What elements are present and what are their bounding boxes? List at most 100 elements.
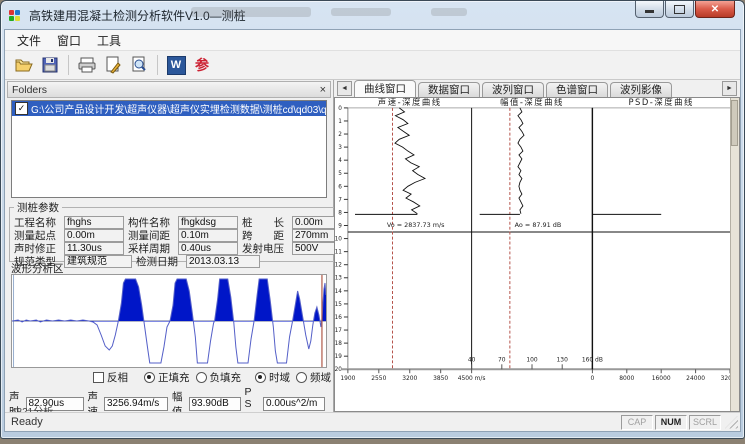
svg-text:Vo = 2837.73 m/s: Vo = 2837.73 m/s: [387, 221, 445, 229]
tab-data-window[interactable]: 数据窗口: [418, 82, 480, 97]
pile-params-group: 测桩参数 工程名称 fhghs 构件名称 fhgkdsg 桩 长 0.00m 测…: [9, 200, 353, 262]
toolbar: W 参: [5, 51, 740, 80]
amplitude-field[interactable]: 93.90dB: [189, 397, 241, 411]
fill-negative-radio[interactable]: [196, 372, 207, 383]
tab-scroll-right[interactable]: ►: [722, 81, 737, 96]
sound-speed-label: 声 速: [88, 389, 103, 412]
svg-text:11: 11: [335, 250, 342, 256]
num-indicator: NUM: [655, 415, 687, 430]
word-icon: W: [167, 56, 186, 75]
tab-wavetrain-window[interactable]: 波列窗口: [482, 82, 544, 97]
psd-label: P S D: [245, 386, 262, 412]
print-button[interactable]: [74, 53, 100, 77]
svg-text:3: 3: [338, 145, 342, 151]
file-checkbox[interactable]: ✓: [15, 102, 28, 115]
resize-grip[interactable]: [725, 416, 738, 429]
svg-text:7: 7: [338, 198, 342, 204]
file-list-item[interactable]: ✓ G:\公司产品设计开发\超声仪器\超声仪实埋检测数据\测桩cd\qd03\q…: [12, 101, 326, 116]
file-path: G:\公司产品设计开发\超声仪器\超声仪实埋检测数据\测桩cd\qd03\qd0…: [31, 101, 326, 116]
chart-scrollbar[interactable]: [730, 98, 739, 411]
psd-field[interactable]: 0.00us^2/m: [263, 397, 325, 411]
page-pen-icon: [103, 55, 123, 75]
minimize-button[interactable]: [635, 1, 664, 18]
svg-text:声速-深度曲线: 声速-深度曲线: [378, 98, 442, 107]
readings-row: 声 时 82.90us 声 速 3256.94m/s 幅 值 93.90dB P…: [9, 386, 329, 412]
print-setup-button[interactable]: [100, 53, 126, 77]
svg-text:130: 130: [557, 357, 569, 364]
open-button[interactable]: [11, 53, 37, 77]
preview-magnifier-icon: [129, 55, 149, 75]
svg-text:0: 0: [338, 106, 342, 112]
interval-field[interactable]: 0.10m: [178, 229, 238, 242]
sample-period-field[interactable]: 0.40us: [178, 242, 238, 255]
svg-text:32000: 32000: [721, 375, 730, 382]
left-arrow-icon: ◄: [341, 85, 348, 92]
word-export-button[interactable]: W: [163, 53, 189, 77]
svg-text:17: 17: [335, 328, 342, 334]
folders-panel-header[interactable]: Folders ×: [7, 81, 331, 98]
depth-curves-chart: 01234567891011121314151617181920声速-深度曲线1…: [335, 98, 730, 411]
status-bar: Ready CAP NUM SCRL: [5, 412, 740, 431]
time-correction-field[interactable]: 11.30us: [64, 242, 124, 255]
folders-panel-title: Folders: [12, 84, 47, 96]
right-arrow-icon: ►: [726, 85, 733, 92]
test-date-field[interactable]: 2013.03.13: [186, 255, 260, 268]
svg-text:16000: 16000: [652, 375, 671, 382]
app-window: 高铁建用混凝土检测分析软件V1.0—测桩 ✕ 文件 窗口 工具: [0, 0, 745, 439]
tab-waveimage-window[interactable]: 波列影像: [610, 82, 672, 97]
svg-text:100: 100: [526, 357, 538, 364]
standard-type-field[interactable]: 建筑规范: [64, 255, 132, 268]
svg-text:15: 15: [335, 302, 342, 308]
save-floppy-icon: [40, 55, 60, 75]
maximize-icon: [674, 5, 685, 14]
project-name-field[interactable]: fhghs: [64, 216, 124, 229]
save-button[interactable]: [37, 53, 63, 77]
svg-text:19: 19: [335, 354, 342, 360]
titlebar-reflection: [331, 8, 391, 16]
tab-scroll-left[interactable]: ◄: [337, 81, 352, 96]
print-preview-button[interactable]: [126, 53, 152, 77]
toolbar-separator: [157, 55, 158, 75]
start-point-field[interactable]: 0.00m: [64, 229, 124, 242]
scrollbar-thumb[interactable]: [731, 100, 738, 146]
maximize-button[interactable]: [665, 1, 694, 18]
parameters-icon: 参: [195, 55, 209, 75]
fill-negative-label: 负填充: [210, 370, 242, 385]
menu-window[interactable]: 窗口: [49, 30, 89, 51]
pile-params-title: 测桩参数: [14, 200, 62, 215]
menu-file[interactable]: 文件: [9, 30, 49, 51]
svg-text:12: 12: [335, 263, 342, 269]
svg-text:2550: 2550: [371, 375, 386, 382]
waveform-canvas[interactable]: [11, 274, 327, 368]
freq-domain-label: 频域: [310, 370, 331, 385]
param-label: 检测日期: [136, 254, 186, 269]
svg-text:4500 m/s: 4500 m/s: [458, 375, 486, 382]
toolbar-separator: [68, 55, 69, 75]
menu-tools[interactable]: 工具: [89, 30, 129, 51]
chart-area[interactable]: 01234567891011121314151617181920声速-深度曲线1…: [334, 97, 740, 412]
svg-text:9: 9: [338, 224, 342, 230]
svg-text:PSD-深度曲线: PSD-深度曲线: [628, 98, 693, 107]
component-name-field[interactable]: fhgkdsg: [178, 216, 238, 229]
close-button[interactable]: ✕: [695, 1, 735, 18]
tab-curve-window[interactable]: 曲线窗口: [354, 80, 416, 97]
tab-spectrum-window[interactable]: 色谱窗口: [546, 82, 608, 97]
file-listbox[interactable]: ✓ G:\公司产品设计开发\超声仪器\超声仪实埋检测数据\测桩cd\qd03\q…: [11, 100, 327, 198]
param-label: 发射电压: [242, 241, 292, 256]
svg-text:14: 14: [335, 289, 342, 295]
svg-text:24000: 24000: [686, 375, 705, 382]
fill-positive-radio[interactable]: [144, 372, 155, 383]
folders-panel: Folders × ✓ G:\公司产品设计开发\超声仪器\超声仪实埋检测数据\测…: [5, 80, 334, 412]
sound-speed-field[interactable]: 3256.94m/s: [104, 397, 168, 411]
svg-text:70: 70: [498, 357, 506, 364]
freq-domain-radio[interactable]: [296, 372, 307, 383]
parameters-button[interactable]: 参: [189, 53, 215, 77]
status-text: Ready: [11, 416, 619, 428]
title-bar[interactable]: 高铁建用混凝土检测分析软件V1.0—测桩 ✕: [1, 1, 744, 29]
invert-checkbox[interactable]: ✓: [93, 372, 104, 383]
open-folder-icon: [14, 55, 34, 75]
panel-close-icon[interactable]: ×: [320, 85, 326, 95]
fill-positive-label: 正填充: [158, 370, 190, 385]
time-domain-radio[interactable]: [255, 372, 266, 383]
svg-text:6: 6: [338, 184, 342, 190]
